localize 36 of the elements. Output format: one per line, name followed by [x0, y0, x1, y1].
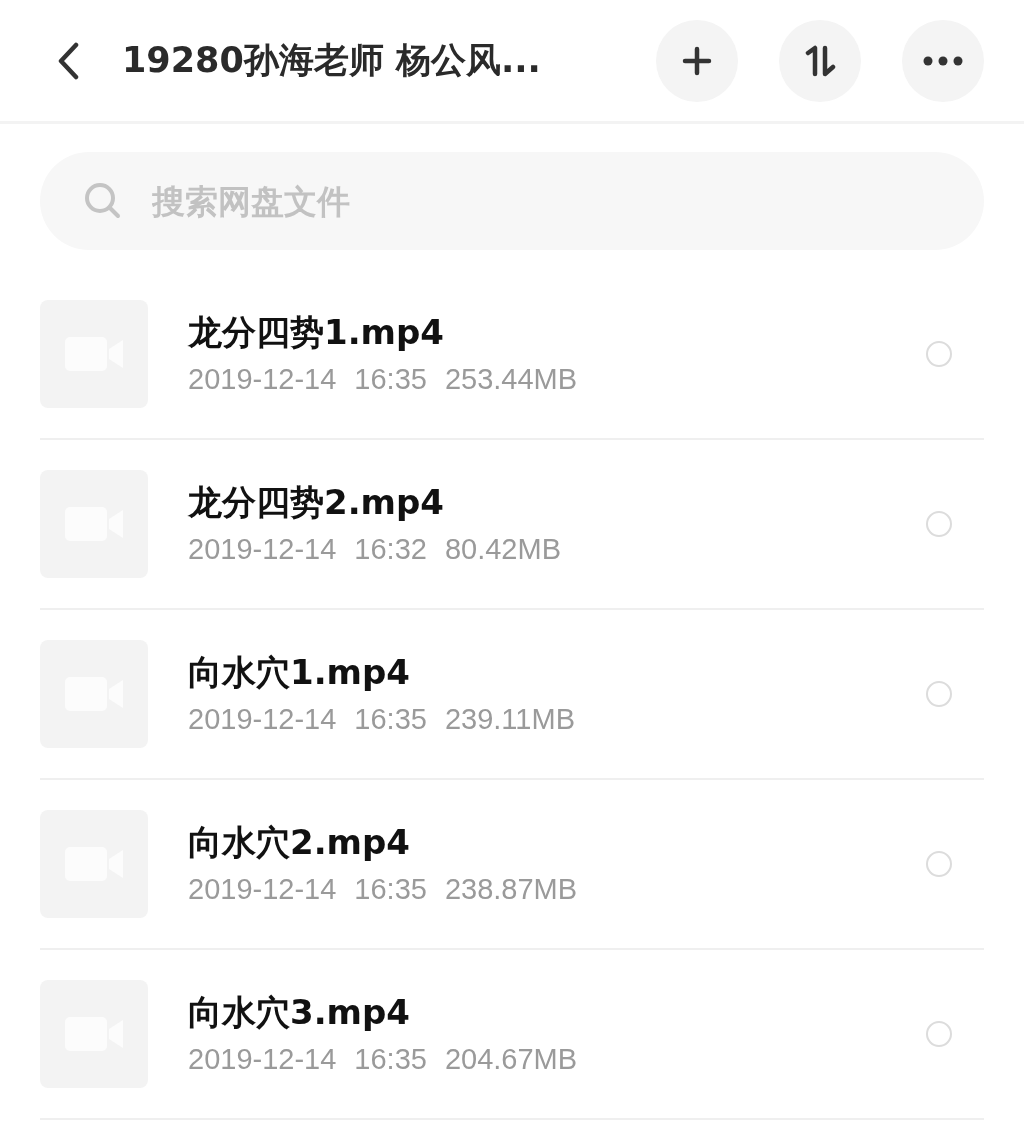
- select-checkbox[interactable]: [926, 851, 952, 877]
- more-icon: [923, 55, 963, 66]
- file-time: 16:35: [354, 872, 427, 907]
- file-row[interactable]: 向水穴3.mp4 2019-12-14 16:35 204.67MB: [40, 950, 984, 1120]
- back-icon: [57, 41, 79, 80]
- file-date: 2019-12-14: [188, 532, 337, 567]
- folder-title: 19280孙海老师 杨公风...: [122, 39, 541, 83]
- select-checkbox[interactable]: [926, 681, 952, 707]
- file-date: 2019-12-14: [188, 872, 337, 907]
- file-date: 2019-12-14: [188, 702, 337, 737]
- file-name: 龙分四势1.mp4: [188, 311, 445, 354]
- file-size: 204.67MB: [444, 1042, 578, 1077]
- file-name: 向水穴2.mp4: [188, 821, 411, 864]
- file-row[interactable]: 龙分四势1.mp4 2019-12-14 16:35 253.44MB: [40, 270, 984, 440]
- file-size: 253.44MB: [444, 362, 578, 397]
- file-row[interactable]: 向水穴2.mp4 2019-12-14 16:35 238.87MB: [40, 780, 984, 950]
- file-row[interactable]: 向水穴1.mp4 2019-12-14 16:35 239.11MB: [40, 610, 984, 780]
- file-time: 16:35: [354, 702, 427, 737]
- select-checkbox[interactable]: [926, 1021, 952, 1047]
- file-date: 2019-12-14: [188, 362, 337, 397]
- file-name: 向水穴1.mp4: [188, 651, 411, 694]
- file-row[interactable]: 龙分四势2.mp4 2019-12-14 16:32 80.42MB: [40, 440, 984, 610]
- file-name: 龙分四势2.mp4: [188, 481, 445, 524]
- file-time: 16:35: [354, 1042, 427, 1077]
- file-name: 向水穴3.mp4: [188, 991, 411, 1034]
- plus-icon: [682, 45, 712, 76]
- file-time: 16:35: [354, 362, 427, 397]
- file-date: 2019-12-14: [188, 1042, 337, 1077]
- file-size: 238.87MB: [444, 872, 578, 907]
- select-checkbox[interactable]: [926, 511, 952, 537]
- file-size: 239.11MB: [444, 702, 575, 737]
- sort-icon: [803, 44, 837, 77]
- select-checkbox[interactable]: [926, 341, 952, 367]
- file-time: 16:32: [354, 532, 427, 567]
- search-icon: [84, 182, 122, 220]
- file-size: 80.42MB: [444, 532, 561, 567]
